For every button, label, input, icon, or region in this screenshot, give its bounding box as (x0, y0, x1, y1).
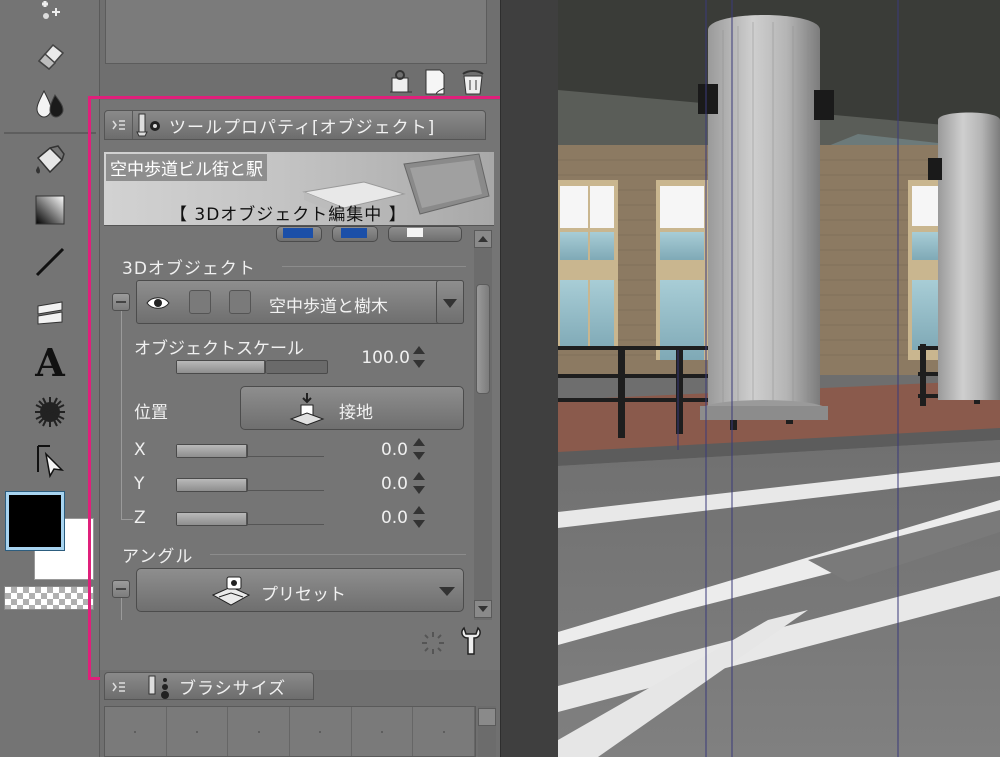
tool-property-icon (136, 113, 160, 137)
ground-button-label: 接地 (339, 403, 373, 423)
layer-panel (100, 0, 594, 100)
brush-size-grid (104, 706, 476, 757)
tool-separator (4, 132, 96, 134)
object-scale-value[interactable]: 100.0 (350, 348, 410, 368)
fill-icon[interactable] (28, 142, 72, 182)
object-preview: 空中歩道ビル街と駅 【 3Dオブジェクト編集中 】 (104, 152, 494, 226)
ground-icon (289, 393, 325, 426)
layer-list (105, 0, 487, 64)
preset-camera-icon (211, 576, 251, 606)
main-color-swatch[interactable] (5, 491, 65, 551)
scroll-up-icon[interactable] (478, 708, 496, 726)
preset-button[interactable]: プリセット (136, 568, 464, 612)
panel-menu-icon[interactable] (105, 111, 133, 139)
position-label: 位置 (134, 403, 168, 423)
object-scale-label: オブジェクトスケール (134, 339, 304, 359)
lock-checkbox[interactable] (189, 290, 211, 314)
visibility-checkbox[interactable] (229, 290, 251, 314)
canvas-scene (558, 0, 1000, 757)
panel-divider[interactable] (500, 0, 558, 757)
x-value[interactable]: 0.0 (348, 440, 408, 460)
tree-line (121, 311, 122, 519)
y-slider[interactable] (176, 478, 248, 492)
tool-property-panel: ツールプロパティ[オブジェクト] 空中歩道ビル街と駅 【 3Dオブジェクト編集中… (100, 100, 500, 670)
collapse-3d-object-button[interactable] (112, 293, 130, 311)
brush-size-cell[interactable] (105, 707, 167, 756)
wrench-icon[interactable] (458, 626, 484, 656)
brush-size-cell[interactable] (413, 707, 476, 756)
y-label: Y (134, 474, 145, 494)
property-scrollbar[interactable] (474, 230, 492, 620)
z-slider[interactable] (176, 512, 248, 526)
scale-spinner-icon[interactable] (412, 344, 426, 370)
object-mode-button-1[interactable] (276, 226, 322, 242)
section-divider (210, 554, 466, 555)
chevron-down-icon (439, 587, 455, 596)
brush-size-cell[interactable] (352, 707, 414, 756)
x-slider-track (248, 456, 324, 457)
x-spinner-icon[interactable] (412, 436, 426, 462)
figure-icon[interactable] (28, 292, 72, 332)
text-icon[interactable]: A (28, 342, 72, 382)
eye-icon[interactable] (145, 294, 171, 312)
object-name: 空中歩道と樹木 (269, 297, 388, 317)
scroll-thumb[interactable] (476, 284, 490, 394)
z-label: Z (134, 508, 146, 528)
preview-title: 空中歩道ビル街と駅 (106, 154, 267, 181)
x-label: X (134, 440, 146, 460)
decoration-icon[interactable] (28, 392, 72, 432)
preset-button-label: プリセット (261, 585, 346, 605)
scroll-up-icon[interactable] (474, 230, 492, 248)
y-slider-track (248, 490, 324, 491)
object-scale-slider-track[interactable] (266, 360, 328, 374)
brush-size-tab[interactable]: ブラシサイズ (104, 672, 314, 700)
brush-size-panel: ブラシサイズ (100, 670, 500, 757)
section-3d-object-heading: 3Dオブジェクト (122, 259, 256, 279)
brush-size-title: ブラシサイズ (179, 678, 287, 699)
brush-size-icon (148, 675, 169, 699)
tree-line (121, 598, 122, 620)
section-divider (282, 266, 466, 267)
z-value[interactable]: 0.0 (348, 508, 408, 528)
z-slider-track (248, 524, 324, 525)
line-icon[interactable] (28, 242, 72, 282)
collapse-angle-button[interactable] (112, 580, 130, 598)
z-spinner-icon[interactable] (412, 504, 426, 530)
new-page-icon[interactable] (422, 68, 448, 96)
blend-icon[interactable] (28, 84, 72, 124)
chevron-down-icon (443, 299, 457, 308)
svg-text:A: A (34, 343, 65, 381)
operation-icon[interactable] (28, 440, 72, 480)
panel-menu-icon[interactable] (111, 680, 127, 694)
object-scale-slider[interactable] (176, 360, 266, 374)
y-value[interactable]: 0.0 (348, 474, 408, 494)
brush-size-cell[interactable] (290, 707, 352, 756)
eraser-icon[interactable] (28, 36, 72, 76)
section-angle-heading: アングル (122, 547, 194, 567)
y-spinner-icon[interactable] (412, 470, 426, 496)
canvas-3d-view[interactable] (558, 0, 1000, 757)
brush-scrollbar[interactable] (478, 706, 496, 757)
ground-button[interactable]: 接地 (240, 386, 464, 430)
tree-line-end (121, 519, 133, 520)
tool-strip: A (0, 0, 100, 757)
brush-size-cell[interactable] (228, 707, 291, 756)
object-mode-button-2[interactable] (332, 226, 378, 242)
transparent-color-swatch[interactable] (4, 586, 94, 610)
gradient-icon[interactable] (28, 190, 72, 230)
object-dropdown-button[interactable] (436, 280, 464, 324)
tool-property-tab[interactable]: ツールプロパティ[オブジェクト] (104, 110, 486, 140)
scroll-down-icon[interactable] (474, 600, 492, 618)
x-slider[interactable] (176, 444, 248, 458)
trash-icon[interactable] (460, 68, 486, 96)
tool-property-title: ツールプロパティ[オブジェクト] (169, 117, 436, 138)
edit-status-label: 【 3Dオブジェクト編集中 】 (170, 205, 407, 225)
object-selector[interactable]: 空中歩道と樹木 (136, 280, 464, 324)
add-tool-icon[interactable] (28, 0, 72, 32)
loading-spinner-icon (422, 632, 444, 654)
brush-size-cell[interactable] (167, 707, 229, 756)
layer-lock-icon[interactable] (388, 68, 414, 96)
object-mode-button-3[interactable] (388, 226, 462, 242)
